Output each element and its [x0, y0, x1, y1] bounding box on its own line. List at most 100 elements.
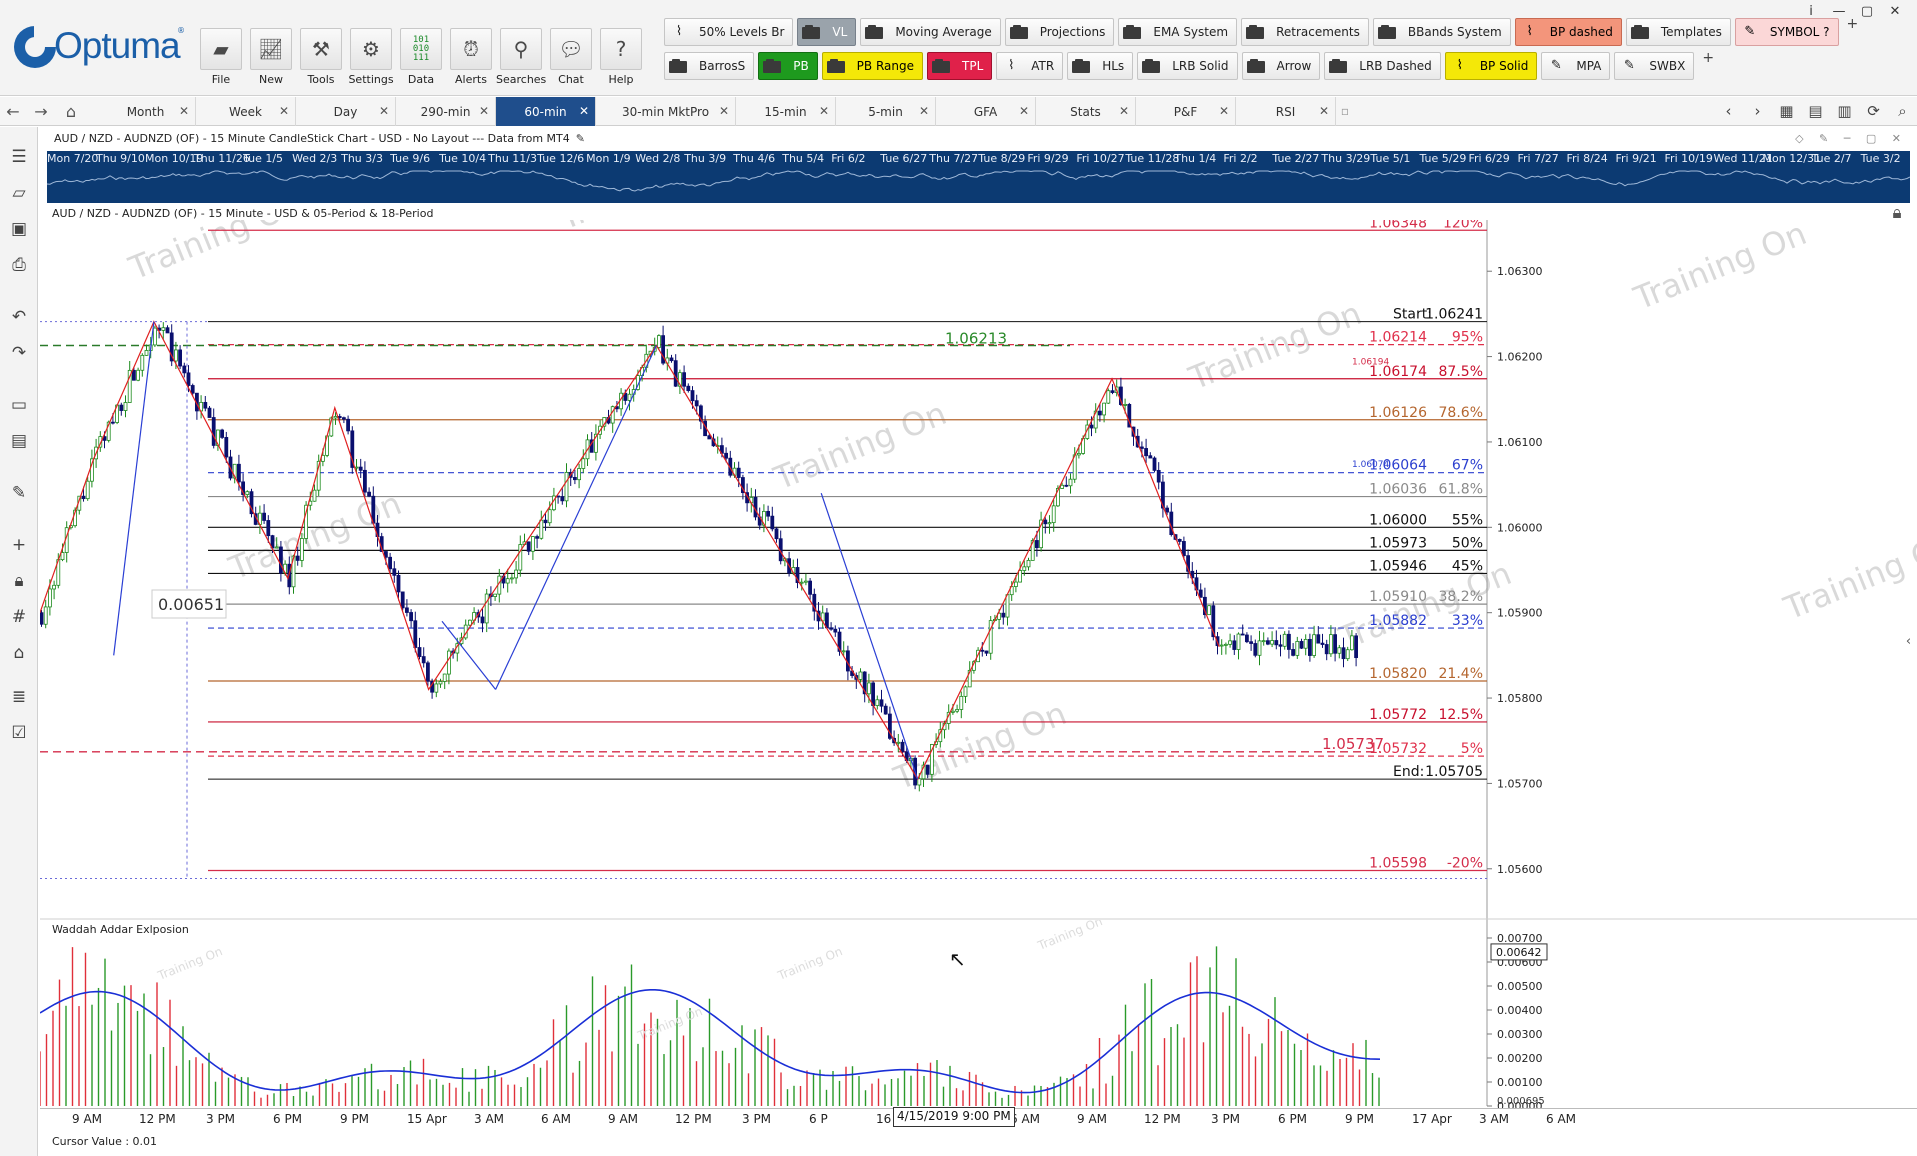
tab-15-min[interactable]: 15-min ✕: [736, 97, 836, 126]
tab-label: P&F: [1173, 104, 1198, 119]
minimize-icon[interactable]: —: [1825, 4, 1853, 19]
data-button[interactable]: 101 010 111 Data: [396, 28, 446, 90]
candle-body: [1320, 642, 1325, 645]
file-button[interactable]: ▰ File: [196, 28, 246, 90]
tab-290-min[interactable]: 290-min ✕: [396, 97, 496, 126]
layout-button-templates[interactable]: Templates: [1625, 18, 1731, 46]
layout-button-pb-range[interactable]: PB Range: [821, 52, 923, 80]
axis-lock-icon[interactable]: 🔒︎: [1884, 203, 1910, 229]
layout-button-atr[interactable]: ⌇ ATR: [996, 52, 1064, 80]
tab-close-icon[interactable]: ✕: [719, 104, 729, 118]
candle-body: [1350, 635, 1354, 651]
tab-stats[interactable]: Stats ✕: [1036, 97, 1136, 126]
layout-button-swbx[interactable]: ✎ SWBX: [1614, 52, 1695, 80]
layout-button-barross[interactable]: BarrosS: [664, 52, 755, 80]
tab-close-icon[interactable]: ✕: [579, 104, 589, 118]
layout-button-pb[interactable]: PB: [758, 52, 818, 80]
layout-button-arrow[interactable]: Arrow: [1241, 52, 1321, 80]
layout-button-retracements[interactable]: Retracements: [1241, 18, 1369, 46]
tab-gfa[interactable]: GFA ✕: [936, 97, 1036, 126]
zigzag-blue-line[interactable]: [495, 345, 657, 690]
layout-button-lrb-dashed[interactable]: LRB Dashed: [1324, 52, 1441, 80]
tab-close-icon[interactable]: ✕: [379, 104, 389, 118]
settings-button[interactable]: ⚙ Settings: [346, 28, 396, 90]
layout-icon[interactable]: ▦: [1772, 97, 1801, 126]
chart-window-icons[interactable]: ◇ ✎ ─ ▢ ✕: [1795, 132, 1907, 145]
overview-strip[interactable]: Mon 7/20Thu 9/10Mon 10/19Thu 11/26Tue 1/…: [47, 151, 1910, 203]
tab-30-min-mktpro[interactable]: 30-min MktPro ✕: [596, 97, 736, 126]
tab-scroll-left-icon[interactable]: ‹: [1714, 97, 1743, 126]
tab-close-icon[interactable]: ✕: [919, 104, 929, 118]
layout-button-bp-dashed[interactable]: ⌇ BP dashed: [1514, 18, 1622, 46]
open-icon[interactable]: ▱: [5, 179, 33, 207]
alerts-button[interactable]: ⏰︎ Alerts: [446, 28, 496, 90]
select-tool-icon[interactable]: ☰: [5, 143, 33, 171]
back-arrow-icon[interactable]: ←: [2, 101, 24, 123]
collapse-panel-icon[interactable]: ‹: [1900, 627, 1917, 657]
wrench-icon[interactable]: ✎: [5, 479, 33, 507]
searches-button[interactable]: ⚲ Searches: [496, 28, 546, 90]
chart-properties-icon[interactable]: ▭: [5, 391, 33, 419]
add-layout-button[interactable]: +: [1702, 51, 1714, 82]
print-icon[interactable]: ⎙: [5, 251, 33, 279]
help-button[interactable]: ? Help: [596, 28, 646, 90]
layout-button-tpl[interactable]: TPL: [927, 52, 993, 80]
edit-title-icon[interactable]: ✎: [576, 132, 585, 145]
layout-button-bp-solid[interactable]: ⌇ BP Solid: [1444, 52, 1538, 80]
add-tab-icon[interactable]: ▫: [1336, 97, 1354, 126]
layers-icon[interactable]: ▤: [5, 427, 33, 455]
layout-button-symbol[interactable]: ✎ SYMBOL ?: [1734, 18, 1839, 46]
checklist-icon[interactable]: ☑: [5, 719, 33, 747]
layout-button-vl[interactable]: VL: [797, 18, 857, 46]
fib-price-label: 1.05946: [1369, 558, 1427, 574]
tab-close-icon[interactable]: ✕: [179, 104, 189, 118]
grid-icon[interactable]: ▤: [1801, 97, 1830, 126]
price-chart[interactable]: Training On Training On Training On Trainin…: [40, 220, 1917, 920]
tab-close-icon[interactable]: ✕: [819, 104, 829, 118]
chat-button[interactable]: 💬︎ Chat: [546, 28, 596, 90]
tab-close-icon[interactable]: ✕: [1219, 104, 1229, 118]
layout-button-hls[interactable]: HLs: [1067, 52, 1134, 80]
tab-close-icon[interactable]: ✕: [279, 104, 289, 118]
tab-60-min[interactable]: 60-min ✕: [496, 97, 596, 126]
candle-body: [493, 593, 498, 597]
layout-button-moving-average[interactable]: Moving Average: [860, 18, 1001, 46]
forward-arrow-icon[interactable]: →: [30, 101, 52, 123]
tab-close-icon[interactable]: ✕: [1019, 104, 1029, 118]
home-icon[interactable]: ⌂: [60, 101, 82, 123]
tab-week[interactable]: Week ✕: [196, 97, 296, 126]
layout-button-ema-system[interactable]: EMA System: [1118, 18, 1238, 46]
grid-lines-icon[interactable]: #: [5, 603, 33, 631]
lock-icon[interactable]: 🔒︎: [5, 567, 33, 595]
tab-close-icon[interactable]: ✕: [1119, 104, 1129, 118]
tab-month[interactable]: Month ✕: [96, 97, 196, 126]
tab-scroll-right-icon[interactable]: ›: [1743, 97, 1772, 126]
layout-button-mpa[interactable]: ✎ MPA: [1541, 52, 1611, 80]
indicator-chart[interactable]: 0.007000.006000.005000.004000.003000.002…: [40, 920, 1917, 1108]
layout-button-lrb-solid[interactable]: LRB Solid: [1137, 52, 1238, 80]
notes-icon[interactable]: ≣: [5, 683, 33, 711]
refresh-icon[interactable]: ⟳: [1859, 97, 1888, 126]
tile-icon[interactable]: ▥: [1830, 97, 1859, 126]
redo-icon[interactable]: ↷: [5, 339, 33, 367]
crosshair-icon[interactable]: +: [5, 531, 33, 559]
tab-rsi[interactable]: RSI ✕: [1236, 97, 1336, 126]
layout-button-50-levels-br[interactable]: ⌇ 50% Levels Br: [664, 18, 794, 46]
tab-day[interactable]: Day ✕: [296, 97, 396, 126]
training-icon[interactable]: ⌂: [5, 639, 33, 667]
layout-button-bbands-system[interactable]: BBands System: [1372, 18, 1511, 46]
save-icon[interactable]: ▣: [5, 215, 33, 243]
tab-p-f[interactable]: P&F ✕: [1136, 97, 1236, 126]
info-icon[interactable]: i: [1797, 4, 1825, 19]
layout-button-projections[interactable]: Projections: [1004, 18, 1115, 46]
tab-close-icon[interactable]: ✕: [1319, 104, 1329, 118]
tools-button[interactable]: ⚒ Tools: [296, 28, 346, 90]
tab-5-min[interactable]: 5-min ✕: [836, 97, 936, 126]
search-icon[interactable]: ⌕: [1888, 97, 1917, 126]
maximize-icon[interactable]: ▢: [1853, 4, 1881, 19]
tab-close-icon[interactable]: ✕: [479, 104, 489, 118]
undo-icon[interactable]: ↶: [5, 303, 33, 331]
add-layout-button[interactable]: +: [1847, 17, 1859, 48]
new-button[interactable]: 📈︎ New: [246, 28, 296, 90]
close-icon[interactable]: ✕: [1881, 4, 1909, 19]
